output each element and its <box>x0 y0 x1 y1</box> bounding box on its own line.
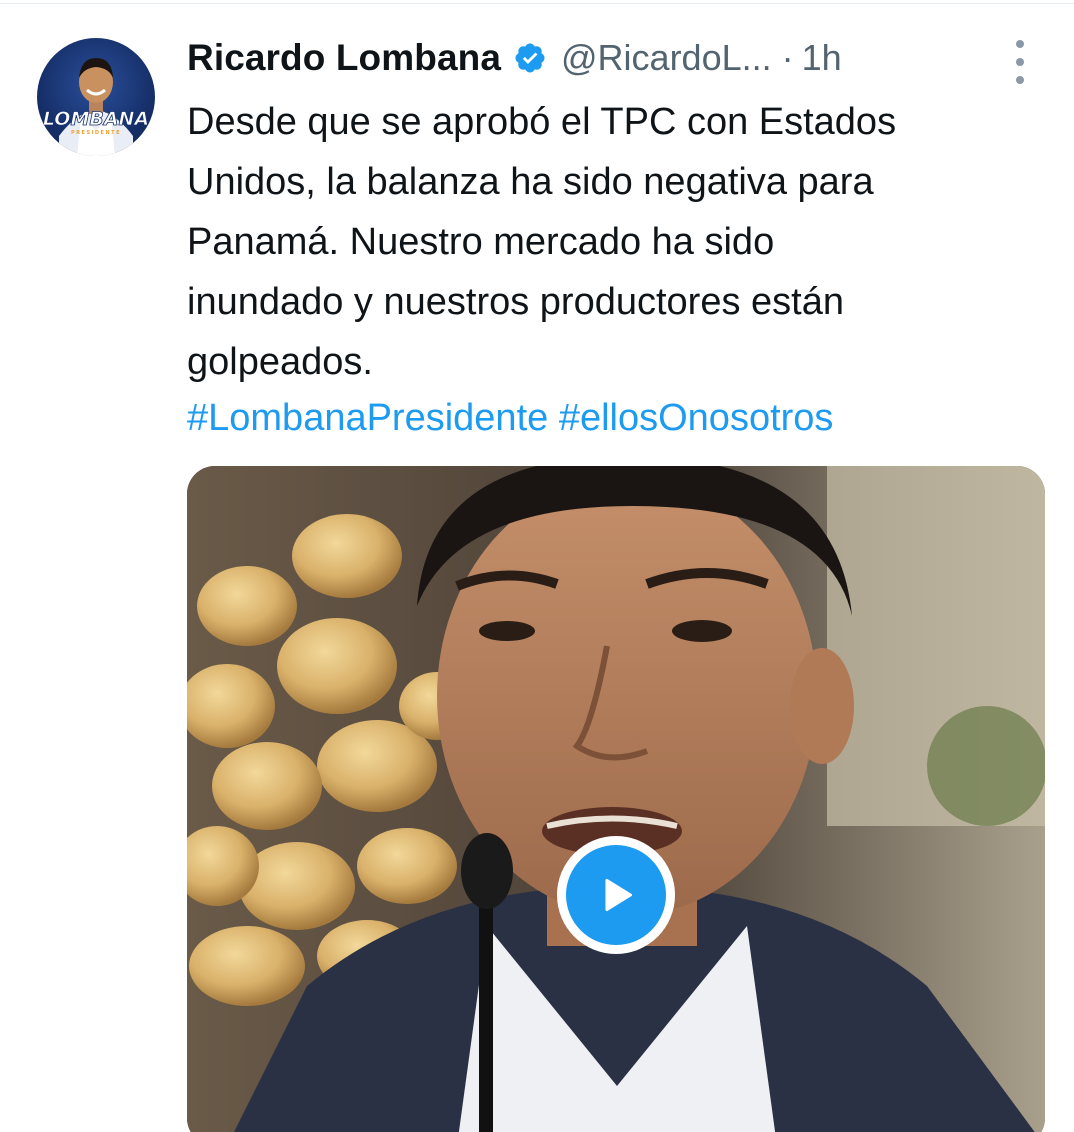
author-handle[interactable]: @RicardoL... <box>561 37 772 79</box>
play-button[interactable] <box>557 836 675 954</box>
hashtags: #LombanaPresidente #ellosOnosotros <box>187 388 833 448</box>
more-dot <box>1016 76 1024 84</box>
author-display-name[interactable]: Ricardo Lombana <box>187 37 501 79</box>
tweet-text-line: Unidos, la balanza ha sido negativa para <box>187 161 874 203</box>
play-icon <box>566 845 666 945</box>
more-dot <box>1016 40 1024 48</box>
separator-dot: · <box>781 37 794 78</box>
more-options-icon[interactable] <box>1008 40 1032 84</box>
tweet-text: Desde que se aprobó el TPC con Estados U… <box>187 92 1037 392</box>
tweet-text-line: Desde que se aprobó el TPC con Estados <box>187 101 897 143</box>
hashtag-link[interactable]: #LombanaPresidente <box>187 397 548 439</box>
avatar-logo-text: LOMBANA <box>43 108 149 130</box>
tweet-text-line: inundado y nuestros productores están <box>187 281 844 323</box>
video-thumbnail[interactable] <box>187 466 1045 1132</box>
avatar[interactable]: LOMBANA PRESIDENTE <box>37 38 155 156</box>
verified-badge-icon[interactable] <box>513 41 547 75</box>
tweet-text-line: golpeados. <box>187 341 373 383</box>
timestamp[interactable]: 1h <box>802 37 842 79</box>
tweet[interactable]: LOMBANA PRESIDENTE Ricardo Lombana @Rica… <box>0 0 1074 1132</box>
tweet-header: Ricardo Lombana @RicardoL... · 1h <box>187 32 1047 84</box>
tweet-text-line: Panamá. Nuestro mercado ha sido <box>187 221 775 263</box>
avatar-logo-subtext: PRESIDENTE <box>71 130 121 136</box>
hashtag-link[interactable]: #ellosOnosotros <box>559 397 834 439</box>
more-dot <box>1016 58 1024 66</box>
divider <box>0 3 1074 4</box>
